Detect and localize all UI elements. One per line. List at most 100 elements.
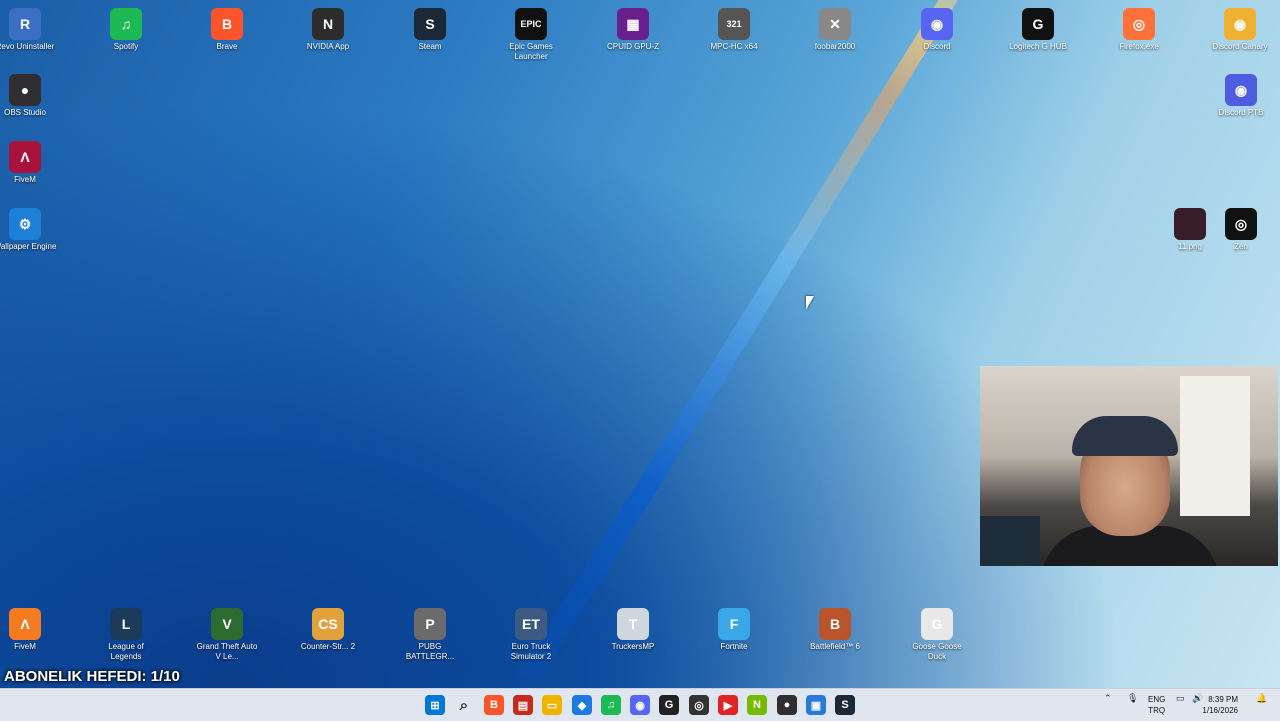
discord-icon: ◉ — [921, 8, 953, 40]
logitech-g-hub-icon: G — [1022, 8, 1054, 40]
youtube-taskbar[interactable]: ▶ — [718, 695, 738, 715]
battlefield-6-icon: B — [819, 608, 851, 640]
desktop-icon-zen[interactable]: ◎ Zen — [1205, 204, 1277, 268]
epic-games-launcher-icon: EPIC — [515, 8, 547, 40]
desktop-icon-label: Epic Games Launcher — [509, 42, 553, 61]
desktop-icon-truckersmp[interactable]: T TruckersMP — [597, 604, 669, 668]
desktop-icon-label: Counter-Str... 2 — [300, 642, 356, 651]
clock-time: 8:39 PM — [1208, 695, 1238, 704]
wallpaper-engine-icon: ⚙ — [9, 208, 41, 240]
desktop-icon-revo-uninstaller[interactable]: R Revo Uninstaller — [0, 4, 61, 68]
desktop-icon-nvidia-app[interactable]: N NVIDIA App — [292, 4, 364, 68]
steam-taskbar[interactable]: S — [835, 695, 855, 715]
desktop-icon-fivem[interactable]: Λ FiveM — [0, 137, 61, 201]
desktop-icon-label: Wallpaper Engine — [0, 242, 57, 251]
desktop-icon-cpuid-gpu-z[interactable]: ▦ CPUID GPU-Z — [597, 4, 669, 68]
cpuid-gpu-z-icon: ▦ — [617, 8, 649, 40]
desktop-icon-label: Brave — [216, 42, 238, 51]
app-red-taskbar[interactable]: ▤ — [513, 695, 533, 715]
desktop-icon-label: FiveM — [14, 642, 36, 651]
desktop-icon-mpc-hc[interactable]: 321 MPC-HC x64 — [698, 4, 770, 68]
steam-icon: S — [414, 8, 446, 40]
desktop-icon-spotify[interactable]: ♫ Spotify — [90, 4, 162, 68]
desktop-icon-label: PUBG BATTLEGR... — [405, 642, 455, 661]
counter-strike-2-icon: CS — [312, 608, 344, 640]
desktop-icon-label: Goose Goose Duck — [912, 642, 962, 661]
desktop-icon-goose-goose-duck[interactable]: G Goose Goose Duck — [901, 604, 973, 668]
truckersmp-icon: T — [617, 608, 649, 640]
mouse-cursor-icon — [806, 296, 814, 310]
fivem-icon: Λ — [9, 141, 41, 173]
webcam-background-door — [1180, 376, 1250, 516]
notification-bell-icon[interactable]: 🔔 — [1256, 693, 1267, 704]
desktop-icon-label: Zen — [1234, 242, 1248, 251]
desktop-icon-label: Euro Truck Simulator 2 — [510, 642, 552, 661]
desktop-icon-discord-canary[interactable]: ◉ Discord Canary — [1204, 4, 1276, 68]
webcam-background-monitor — [980, 516, 1040, 566]
app-blue-taskbar[interactable]: ▣ — [806, 695, 826, 715]
file-explorer[interactable]: ▭ — [542, 695, 562, 715]
language-line2: TRQ — [1148, 706, 1166, 715]
desktop-icon-steam[interactable]: S Steam — [394, 4, 466, 68]
desktop-icon-logitech-g-hub[interactable]: G Logitech G HUB — [1002, 4, 1074, 68]
discord-taskbar[interactable]: ◉ — [630, 695, 650, 715]
euro-truck-simulator-2-icon: ET — [515, 608, 547, 640]
language-line1: ENG — [1148, 695, 1166, 704]
desktop-icon-fortnite[interactable]: F Fortnite — [698, 604, 770, 668]
desktop-icon-label: Grand Theft Auto V Le... — [196, 642, 258, 661]
gta-v-icon: V — [211, 608, 243, 640]
discord-canary-icon: ◉ — [1224, 8, 1256, 40]
obs-taskbar[interactable]: ● — [777, 695, 797, 715]
zen-taskbar[interactable]: ◎ — [689, 695, 709, 715]
desktop-icon-wallpaper-engine[interactable]: ⚙ Wallpaper Engine — [0, 204, 61, 268]
desktop-icon-gta-v[interactable]: V Grand Theft Auto V Le... — [191, 604, 263, 668]
desktop-icon-firefox[interactable]: ◎ Firefox.exe — [1103, 4, 1175, 68]
nvidia-taskbar[interactable]: N — [747, 695, 767, 715]
desktop-icon-label: TruckersMP — [611, 642, 655, 651]
search-button[interactable]: ⌕ — [454, 695, 474, 715]
desktop-icon-label: CPUID GPU-Z — [607, 42, 659, 51]
desktop-icon-label: Fortnite — [720, 642, 748, 651]
desktop-icon-foobar2000[interactable]: ✕ foobar2000 — [799, 4, 871, 68]
desktop-icon-label: Discord Canary — [1212, 42, 1268, 51]
desktop-icon-label: Battlefield™ 6 — [810, 642, 860, 651]
desktop-icon-label: Steam — [418, 42, 442, 51]
goose-goose-duck-icon: G — [921, 608, 953, 640]
desktop-icon-discord[interactable]: ◉ Discord — [901, 4, 973, 68]
network-icon[interactable]: ▭ — [1176, 693, 1185, 704]
desktop-icon-label: Firefox.exe — [1119, 42, 1159, 51]
logitech-taskbar[interactable]: G — [659, 695, 679, 715]
desktop-icon-battlefield-6[interactable]: B Battlefield™ 6 — [799, 604, 871, 668]
desktop-icon-league-of-legends[interactable]: L League of Legends — [90, 604, 162, 668]
webcam-person-cap — [1072, 416, 1178, 456]
desktop-icon-label: OBS Studio — [4, 108, 46, 117]
desktop-icon-label: Logitech G HUB — [1009, 42, 1067, 51]
brave-taskbar[interactable]: B — [484, 695, 504, 715]
file-11png-icon — [1174, 208, 1206, 240]
desktop-icon-brave[interactable]: B Brave — [191, 4, 263, 68]
desktop-icon-discord-ptb[interactable]: ◉ Discord PTB — [1205, 70, 1277, 134]
webcam-overlay — [980, 366, 1278, 566]
zen-icon: ◎ — [1225, 208, 1257, 240]
spotify-taskbar[interactable]: ♫ — [601, 695, 621, 715]
obs-studio-icon: ● — [9, 74, 41, 106]
start-button[interactable]: ⊞ — [425, 695, 445, 715]
desktop-icon-fivem-bottom[interactable]: Λ FiveM — [0, 604, 61, 668]
pubg-icon: P — [414, 608, 446, 640]
clock-date: 1/16/2026 — [1202, 706, 1238, 715]
desktop-icon-obs-studio[interactable]: ● OBS Studio — [0, 70, 61, 134]
desktop-icon-pubg[interactable]: P PUBG BATTLEGR... — [394, 604, 466, 668]
spotify-icon: ♫ — [110, 8, 142, 40]
clock[interactable]: 8:39 PM 1/16/2026 — [1202, 694, 1238, 716]
desktop-icon-epic-games-launcher[interactable]: EPIC Epic Games Launcher — [495, 4, 567, 68]
desktop-icon-counter-strike-2[interactable]: CS Counter-Str... 2 — [292, 604, 364, 668]
league-of-legends-icon: L — [110, 608, 142, 640]
defender[interactable]: ◆ — [572, 695, 592, 715]
chevron-up-icon[interactable]: ⌃ — [1104, 693, 1112, 704]
foobar2000-icon: ✕ — [819, 8, 851, 40]
fivem-bottom-icon: Λ — [9, 608, 41, 640]
microphone-icon[interactable]: 🎙 — [1127, 693, 1138, 704]
language-indicator[interactable]: ENG TRQ — [1148, 694, 1165, 716]
desktop-icon-euro-truck-simulator-2[interactable]: ET Euro Truck Simulator 2 — [495, 604, 567, 668]
desktop-icon-label: League of Legends — [108, 642, 144, 661]
